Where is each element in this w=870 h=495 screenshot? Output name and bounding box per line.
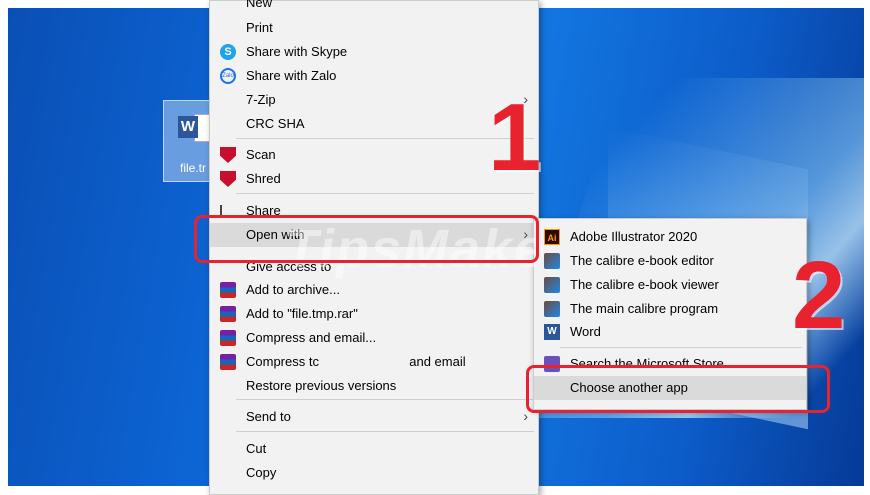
menu-separator [236,193,534,194]
menu-separator [560,347,802,348]
submenu-item-illustrator[interactable]: Ai Adobe Illustrator 2020 [534,225,806,249]
calibre-icon [544,301,560,317]
annotation-step-1: 1 [488,84,542,191]
menu-item-cut[interactable]: Cut [210,437,538,461]
mcafee-shield-icon [220,147,236,163]
menu-item-label: New [246,0,273,10]
annotation-box-open-with [194,215,539,263]
calibre-icon [544,277,560,293]
menu-item-copy[interactable]: Copy [210,461,538,485]
menu-item-label: Share with Skype [246,44,348,59]
menu-item-add-rar[interactable]: Add to "file.tmp.rar" [210,302,538,326]
submenu-item-word[interactable]: W Word [534,320,806,344]
desktop-file-label: file.tr [180,161,207,175]
menu-item-send-to[interactable]: Send to › [210,405,538,429]
menu-item-restore-versions[interactable]: Restore previous versions [210,374,538,398]
menu-item-label: Restore previous versions [246,378,397,393]
calibre-icon [544,253,560,269]
menu-separator [236,431,534,432]
menu-item-label: Compress tc and email [246,354,466,369]
menu-item-new[interactable]: New [210,0,538,15]
submenu-item-calibre-main[interactable]: The main calibre program [534,297,806,321]
menu-item-print[interactable]: Print [210,16,538,40]
winrar-icon [220,330,236,346]
menu-item-label: Share with Zalo [246,68,337,83]
menu-item-label: Print [246,20,273,35]
skype-icon: S [220,44,236,60]
menu-item-compress-email[interactable]: Compress and email... [210,326,538,350]
menu-item-label: Shred [246,171,281,186]
menu-item-label: 7-Zip [246,92,276,107]
menu-item-label: Scan [246,147,276,162]
zalo-icon: Zalo [220,68,236,84]
submenu-item-label: Word [570,324,601,339]
menu-item-label: Cut [246,441,267,456]
menu-item-share-skype[interactable]: S Share with Skype [210,40,538,64]
submenu-item-label: The calibre e-book editor [570,253,714,268]
menu-item-label: Send to [246,409,291,424]
winrar-icon [220,306,236,322]
menu-item-compress-rar-email[interactable]: Compress tc and email [210,350,538,374]
winrar-icon [220,282,236,298]
word-icon: W [178,116,198,138]
submenu-item-label: The main calibre program [570,301,719,316]
word-icon: W [544,324,560,340]
submenu-item-calibre-editor[interactable]: The calibre e-book editor [534,249,806,273]
menu-separator [236,399,534,400]
mcafee-shield-icon [220,171,236,187]
menu-item-label: Copy [246,465,277,480]
submenu-item-calibre-viewer[interactable]: The calibre e-book viewer [534,273,806,297]
submenu-item-label: The calibre e-book viewer [570,277,719,292]
annotation-step-2: 2 [792,242,846,349]
menu-item-label: CRC SHA [246,116,305,131]
menu-item-label: Add to archive... [246,282,340,297]
submenu-item-label: Adobe Illustrator 2020 [570,229,698,244]
menu-item-add-archive[interactable]: Add to archive... [210,278,538,302]
winrar-icon [220,354,236,370]
menu-item-label: Add to "file.tmp.rar" [246,306,358,321]
illustrator-icon: Ai [544,229,560,245]
menu-item-label: Compress and email... [246,330,377,345]
annotation-box-choose-app [526,365,830,413]
